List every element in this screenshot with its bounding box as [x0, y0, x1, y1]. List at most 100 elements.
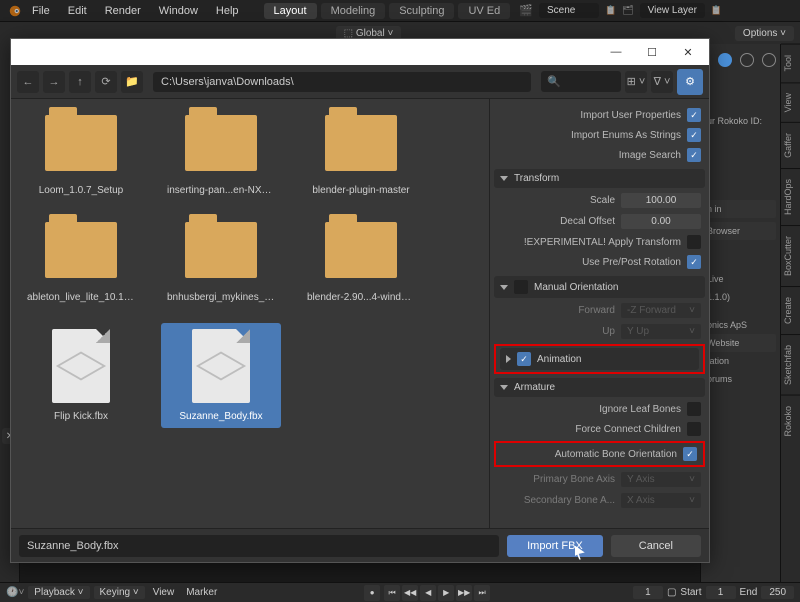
- fbx-file-icon: [52, 329, 110, 403]
- shading-solid-icon[interactable]: [718, 53, 732, 67]
- nav-forward-icon[interactable]: →: [43, 71, 65, 93]
- file-label: Loom_1.0.7_Setup: [39, 185, 124, 196]
- folder-item[interactable]: bnhusbergi_mykines_froyar: [161, 216, 281, 309]
- file-item-selected[interactable]: Suzanne_Body.fbx: [161, 323, 281, 428]
- import-fbx-button[interactable]: Import FBX: [507, 535, 603, 557]
- tab-modeling[interactable]: Modeling: [321, 3, 386, 19]
- forward-select: -Z Forward˅: [621, 303, 701, 318]
- file-item[interactable]: Flip Kick.fbx: [21, 323, 141, 428]
- rtab-boxcutter[interactable]: BoxCutter: [781, 225, 800, 286]
- viewlayer-field[interactable]: View Layer: [640, 3, 705, 18]
- rtab-hardops[interactable]: HardOps: [781, 168, 800, 225]
- import-enums-checkbox[interactable]: ✓: [687, 128, 701, 142]
- folder-item[interactable]: Loom_1.0.7_Setup: [21, 109, 141, 202]
- marker-menu[interactable]: Marker: [182, 587, 221, 598]
- rtab-rokoko[interactable]: Rokoko: [781, 395, 800, 447]
- timeline-dropdown-icon[interactable]: 🕐˅: [6, 587, 24, 598]
- nav-newfolder-icon[interactable]: 📁: [121, 71, 143, 93]
- playback-menu[interactable]: Playback ˅: [28, 586, 89, 599]
- current-frame-input[interactable]: 1: [633, 586, 663, 599]
- auto-bone-checkbox[interactable]: ✓: [683, 447, 697, 461]
- import-user-props-checkbox[interactable]: ✓: [687, 108, 701, 122]
- secondary-axis-select: X Axis˅: [621, 493, 701, 508]
- website-button[interactable]: Website: [705, 334, 776, 352]
- start-frame-input[interactable]: 1: [706, 586, 736, 599]
- frame-menu-icon[interactable]: ▢: [667, 587, 676, 598]
- nav-back-icon[interactable]: ←: [17, 71, 39, 93]
- scale-input[interactable]: 100.00: [621, 193, 701, 208]
- window-maximize-icon[interactable]: ☐: [635, 42, 669, 62]
- tab-sculpting[interactable]: Sculpting: [389, 3, 454, 19]
- browser-button[interactable]: Browser: [705, 222, 776, 240]
- rtab-sketchfab[interactable]: Sketchfab: [781, 334, 800, 395]
- play-reverse-icon[interactable]: ◀: [420, 585, 436, 601]
- folder-icon: [325, 115, 397, 171]
- menu-render[interactable]: Render: [97, 3, 149, 19]
- image-search-checkbox[interactable]: ✓: [687, 148, 701, 162]
- file-label: Suzanne_Body.fbx: [179, 411, 262, 422]
- force-connect-checkbox[interactable]: [687, 422, 701, 436]
- rtab-create[interactable]: Create: [781, 286, 800, 334]
- menu-edit[interactable]: Edit: [60, 3, 95, 19]
- keying-menu[interactable]: Keying ˅: [94, 586, 145, 599]
- animation-checkbox[interactable]: ✓: [517, 352, 531, 366]
- menu-window[interactable]: Window: [151, 3, 206, 19]
- view-menu[interactable]: View: [149, 587, 179, 598]
- rtab-view[interactable]: View: [781, 82, 800, 122]
- manual-orient-header[interactable]: Manual Orientation: [494, 276, 705, 298]
- folder-item[interactable]: blender-2.90...4-windows64: [301, 216, 421, 309]
- end-frame-input[interactable]: 250: [761, 586, 794, 599]
- keyframe-prev-icon[interactable]: ◀◀: [402, 585, 418, 601]
- sign-in-button[interactable]: n in: [705, 200, 776, 218]
- display-mode-icon[interactable]: ⊞ ˅: [625, 71, 647, 93]
- rokoko-id-label: ur Rokoko ID:: [705, 112, 776, 130]
- prepost-checkbox[interactable]: ✓: [687, 255, 701, 269]
- folder-icon: [45, 115, 117, 171]
- filter-icon[interactable]: ∇ ˅: [651, 71, 673, 93]
- window-close-icon[interactable]: ✕: [671, 42, 705, 62]
- manual-orient-checkbox[interactable]: [514, 280, 528, 294]
- menu-help[interactable]: Help: [208, 3, 247, 19]
- search-input[interactable]: 🔍: [541, 71, 621, 92]
- rtab-tool[interactable]: Tool: [781, 44, 800, 82]
- ignore-leaf-checkbox[interactable]: [687, 402, 701, 416]
- rtab-gaffer[interactable]: Gaffer: [781, 122, 800, 168]
- shading-wire-icon[interactable]: [740, 53, 754, 67]
- new-viewlayer-icon[interactable]: 📋: [711, 5, 722, 16]
- folder-item[interactable]: ableton_live_lite_10.1.15_64: [21, 216, 141, 309]
- window-minimize-icon[interactable]: —: [599, 42, 633, 62]
- file-label: blender-2.90...4-windows64: [307, 292, 415, 303]
- folder-item[interactable]: blender-plugin-master: [301, 109, 421, 202]
- live-label: Live: [705, 270, 776, 288]
- nav-up-icon[interactable]: ↑: [69, 71, 91, 93]
- play-icon[interactable]: ▶: [438, 585, 454, 601]
- jump-end-icon[interactable]: ⏭: [474, 585, 490, 601]
- import-properties-panel: Import User Properties✓ Import Enums As …: [489, 99, 709, 528]
- folder-icon: [325, 222, 397, 278]
- autokey-icon[interactable]: ●: [364, 585, 380, 601]
- image-search-label: Image Search: [619, 150, 681, 161]
- filename-input[interactable]: Suzanne_Body.fbx: [19, 535, 499, 557]
- decal-input[interactable]: 0.00: [621, 214, 701, 229]
- scene-field[interactable]: Scene: [539, 3, 599, 18]
- menu-file[interactable]: File: [24, 3, 58, 19]
- folder-item[interactable]: inserting-pan...en-NXT763A: [161, 109, 281, 202]
- tab-layout[interactable]: Layout: [264, 3, 317, 19]
- folder-icon: [45, 222, 117, 278]
- secondary-axis-label: Secondary Bone A...: [524, 495, 615, 506]
- transform-section-header[interactable]: Transform: [494, 169, 705, 188]
- keyframe-next-icon[interactable]: ▶▶: [456, 585, 472, 601]
- up-select: Y Up˅: [621, 324, 701, 339]
- armature-section-header[interactable]: Armature: [494, 378, 705, 397]
- tab-uvedit[interactable]: UV Ed: [458, 3, 510, 19]
- options-dropdown[interactable]: Options ˅: [735, 26, 794, 41]
- experimental-checkbox[interactable]: [687, 235, 701, 249]
- path-input[interactable]: C:\Users\janva\Downloads\: [153, 72, 531, 92]
- shading-render-icon[interactable]: [762, 53, 776, 67]
- settings-gear-icon[interactable]: ⚙: [677, 69, 703, 95]
- jump-start-icon[interactable]: ⏮: [384, 585, 400, 601]
- animation-section-header[interactable]: ✓Animation: [500, 348, 699, 370]
- cancel-button[interactable]: Cancel: [611, 535, 701, 557]
- nav-refresh-icon[interactable]: ⟳: [95, 71, 117, 93]
- new-scene-icon[interactable]: 📋: [605, 5, 616, 16]
